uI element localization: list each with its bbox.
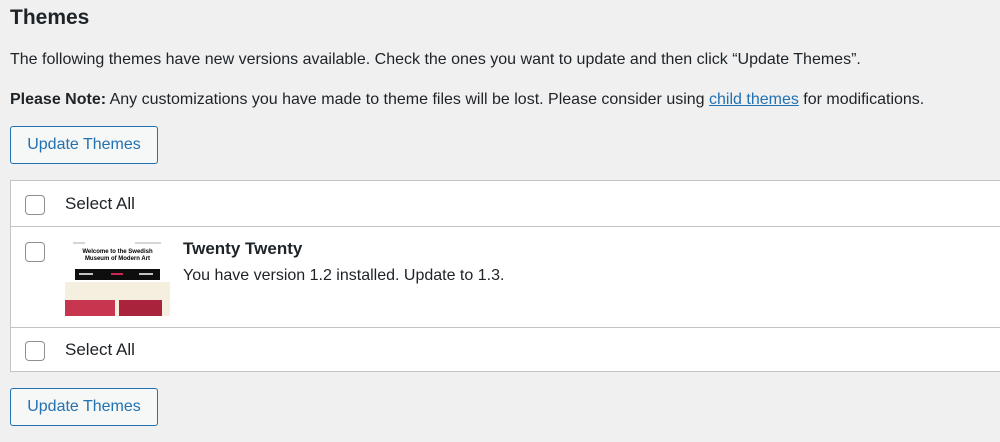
select-all-checkbox-top[interactable] xyxy=(25,195,45,215)
screenshot-red-block-2 xyxy=(119,300,162,316)
select-all-checkbox-bottom[interactable] xyxy=(25,341,45,361)
theme-name: Twenty Twenty xyxy=(183,239,303,258)
select-all-label-top[interactable]: Select All xyxy=(65,193,135,215)
note-suffix: for modifications. xyxy=(798,91,925,108)
update-themes-button-bottom[interactable]: Update Themes xyxy=(10,388,158,426)
child-themes-link[interactable]: child themes xyxy=(709,91,799,108)
themes-update-table: Select All Welcome to the Swedish Museum… xyxy=(10,180,1000,372)
note-text: Any customizations you have made to them… xyxy=(106,91,710,108)
screenshot-heading: Welcome to the Swedish Museum of Modern … xyxy=(82,249,153,262)
screenshot-red-block-1 xyxy=(65,300,115,316)
update-notice: The following themes have new versions a… xyxy=(10,51,861,68)
update-themes-button-top[interactable]: Update Themes xyxy=(10,126,158,164)
screenshot-logo xyxy=(73,242,85,244)
theme-checkbox[interactable] xyxy=(25,242,45,262)
screenshot-dark-line-2 xyxy=(111,273,123,275)
select-all-row-bottom: Select All xyxy=(11,327,1000,371)
screenshot-dark-line-1 xyxy=(79,273,93,275)
theme-row: Welcome to the Swedish Museum of Modern … xyxy=(11,227,1000,327)
customization-note: Please Note: Any customizations you have… xyxy=(10,89,924,111)
screenshot-nav xyxy=(135,242,161,244)
theme-version-status: You have version 1.2 installed. Update t… xyxy=(183,267,505,284)
screenshot-header xyxy=(65,239,170,248)
screenshot-dark-line-3 xyxy=(139,273,153,275)
theme-screenshot: Welcome to the Swedish Museum of Modern … xyxy=(65,239,170,316)
select-all-label-bottom[interactable]: Select All xyxy=(65,339,135,361)
select-all-row-top: Select All xyxy=(11,181,1000,227)
screenshot-dark-band xyxy=(75,269,160,280)
note-label: Please Note: xyxy=(10,91,107,108)
page-title: Themes xyxy=(10,6,90,29)
